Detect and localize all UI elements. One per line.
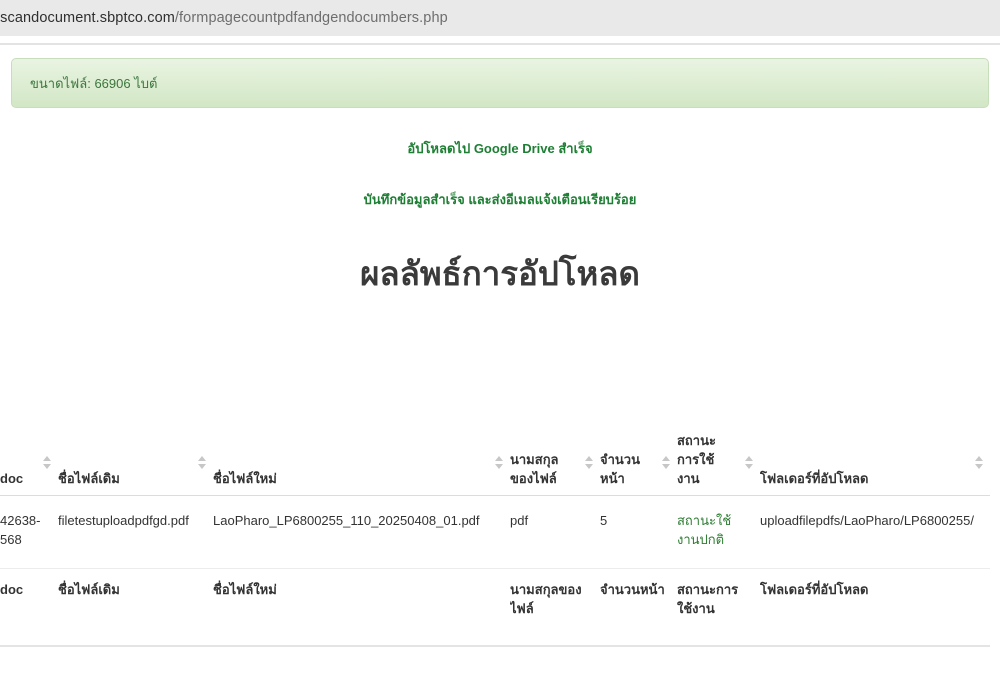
column-header-folder[interactable]: โฟลเดอร์ที่อัปโหลด [760,431,990,496]
footer-pages: จำนวน​หน้า [600,569,677,647]
url-path: /formpagecountpdfandgendocumbers.php [175,10,448,26]
table-row: 42638-​568 filetestuploadpdfgd.pdf LaoPh… [0,496,990,569]
column-header-new-name-label: ชื่อไฟล์ใหม่ [213,471,277,486]
cell-original-name: filetestuploadpdfgd.pdf [58,496,213,569]
results-table: doc ชื่อไฟล์เดิม ชื่อไฟล์ใหม่ นามสกุล​ขอ… [0,431,990,647]
footer-doc: doc [0,569,58,647]
save-success-message: บันทึกข้อมูลสำเร็จ และส่งอีเมลแจ้งเตือนเ… [0,192,1000,208]
cell-new-name: LaoPharo_LP6800255_110_20250408_01.pdf [213,496,510,569]
footer-row: doc ชื่อไฟล์เดิม ชื่อไฟล์ใหม่ นามสกุล​ขอ… [0,569,990,647]
page-title: ผลลัพธ์การอัปโหลด [0,252,1000,296]
cell-folder: uploadfilepdfs/LaoPharo/LP6800255/ [760,496,990,569]
file-size-text: ขนาดไฟล์: 66906 ไบต์ [30,76,157,91]
sort-icon [495,456,503,470]
cell-extension: pdf [510,496,600,569]
sort-icon [198,456,206,470]
column-header-doc-label: doc [0,471,23,486]
column-header-original-name[interactable]: ชื่อไฟล์เดิม [58,431,213,496]
footer-folder: โฟลเดอร์ที่อัปโหลด [760,569,990,647]
sort-icon [745,456,753,470]
footer-extension: นามสกุล​ของไฟล์ [510,569,600,647]
sort-icon [585,456,593,470]
footer-status: สถานะการ​ใช้งาน [677,569,760,647]
column-header-extension[interactable]: นามสกุล​ของไฟล์ [510,431,600,496]
sort-icon [662,456,670,470]
column-header-pages[interactable]: จำนวน​หน้า [600,431,677,496]
footer-original-name: ชื่อไฟล์เดิม [58,569,213,647]
cell-doc-id: 42638-​568 [0,496,58,569]
sort-icon [975,456,983,470]
results-table-wrapper: doc ชื่อไฟล์เดิม ชื่อไฟล์ใหม่ นามสกุล​ขอ… [0,431,1000,647]
cell-pages: 5 [600,496,677,569]
browser-chrome: /scandocument.sbptco.com/formpagecountpd… [0,0,1000,36]
cell-status: สถานะใช้​งานปกติ [677,496,760,569]
url-domain: scandocument.sbptco.com [0,10,175,26]
url-bar[interactable]: /scandocument.sbptco.com/formpagecountpd… [0,10,448,26]
gdrive-upload-success-message: อัปโหลดไป Google Drive สำเร็จ [0,141,1000,157]
footer-new-name: ชื่อไฟล์ใหม่ [213,569,510,647]
column-header-new-name[interactable]: ชื่อไฟล์ใหม่ [213,431,510,496]
column-header-status[interactable]: สถานะ​การใช้​งาน [677,431,760,496]
sort-icon [43,456,51,470]
column-header-doc[interactable]: doc [0,431,58,496]
column-header-pages-label: จำนวน​หน้า [600,452,640,486]
header-row: doc ชื่อไฟล์เดิม ชื่อไฟล์ใหม่ นามสกุล​ขอ… [0,431,990,496]
file-size-alert: ขนาดไฟล์: 66906 ไบต์ [11,58,989,108]
column-header-original-name-label: ชื่อไฟล์เดิม [58,471,120,486]
column-header-status-label: สถานะ​การใช้​งาน [677,433,716,486]
column-header-folder-label: โฟลเดอร์ที่อัปโหลด [760,471,868,486]
chrome-divider [0,36,1000,45]
column-header-extension-label: นามสกุล​ของไฟล์ [510,452,559,486]
